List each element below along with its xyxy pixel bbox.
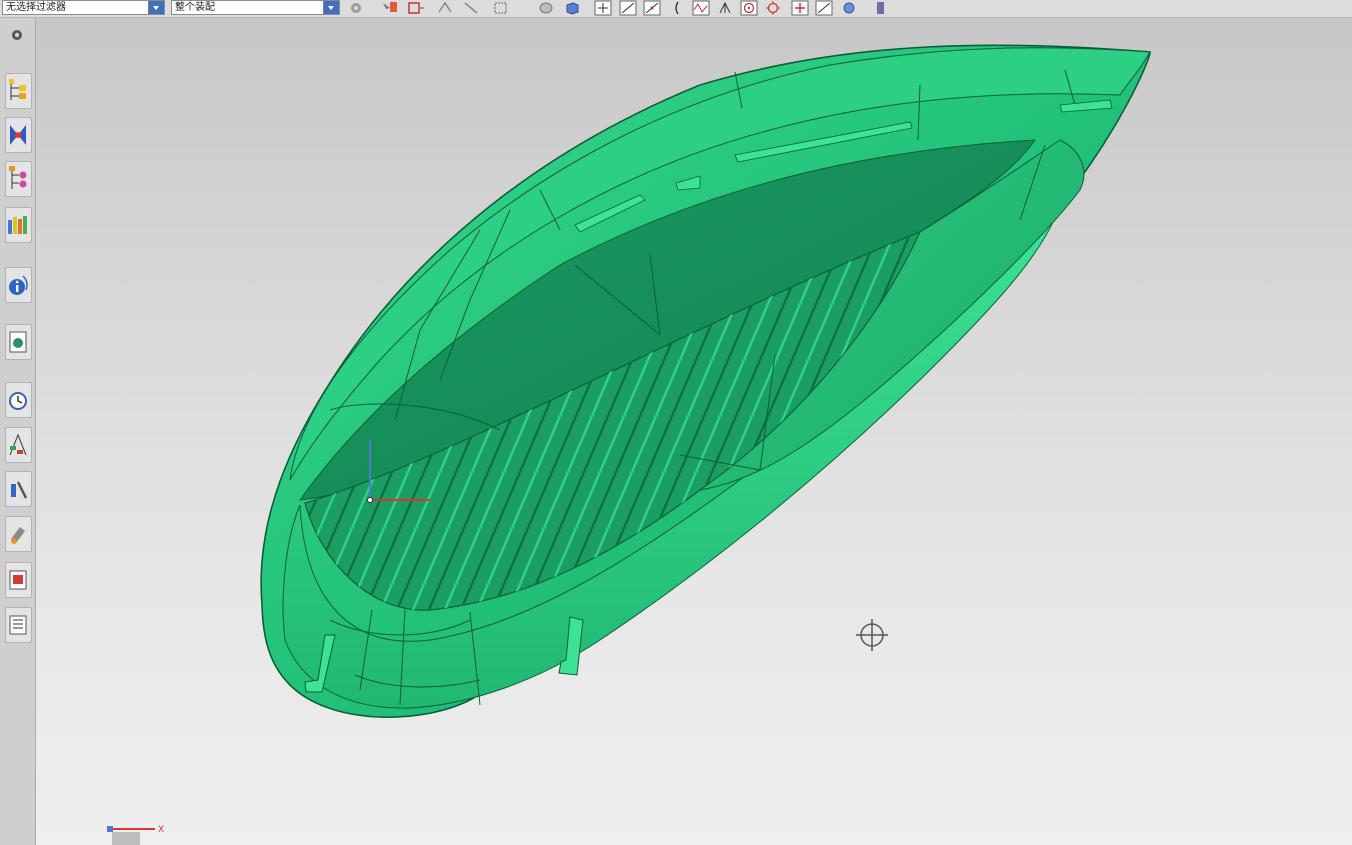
top-toolbar: 无选择过滤器 整个装配 bbox=[0, 0, 1352, 18]
undo-icon[interactable] bbox=[406, 0, 424, 16]
crosshair-cursor-icon bbox=[856, 619, 888, 651]
rectangle-select-icon[interactable] bbox=[492, 0, 510, 16]
cube-icon[interactable] bbox=[563, 0, 581, 16]
constraint-navigator-icon[interactable] bbox=[5, 117, 32, 153]
snap-intersection-icon[interactable] bbox=[716, 0, 734, 16]
3d-model-canvas[interactable]: X bbox=[36, 18, 1352, 845]
reuse-library-icon[interactable] bbox=[5, 207, 32, 243]
rectangle-select-icon[interactable] bbox=[462, 0, 480, 16]
palette-icon[interactable] bbox=[5, 562, 32, 598]
settings-icon[interactable] bbox=[9, 27, 25, 43]
web-browser-icon[interactable] bbox=[5, 324, 32, 360]
snap-line-icon[interactable] bbox=[619, 0, 637, 16]
snap-point-icon[interactable] bbox=[791, 0, 809, 16]
chevron-down-icon[interactable] bbox=[323, 1, 339, 14]
snap-quadrant-icon[interactable] bbox=[764, 0, 782, 16]
roles-icon[interactable] bbox=[5, 471, 32, 507]
snap-icon[interactable] bbox=[347, 0, 365, 16]
snap-endpoint-icon[interactable] bbox=[594, 0, 612, 16]
info-icon[interactable] bbox=[5, 267, 32, 303]
sphere-icon[interactable] bbox=[537, 0, 555, 16]
layers-icon[interactable] bbox=[5, 607, 32, 643]
snap-center-icon[interactable] bbox=[740, 0, 758, 16]
x-axis-label: X bbox=[158, 825, 164, 835]
rectangle-select-icon[interactable] bbox=[436, 0, 454, 16]
part-navigator-icon[interactable] bbox=[5, 161, 32, 197]
snap-tangent-icon[interactable] bbox=[815, 0, 833, 16]
scope-filter-dropdown[interactable]: 整个装配 bbox=[171, 0, 340, 15]
snap-face-icon[interactable] bbox=[840, 0, 858, 16]
snap-midpoint-icon[interactable] bbox=[643, 0, 661, 16]
chevron-down-icon[interactable] bbox=[148, 1, 164, 14]
scope-filter-value: 整个装配 bbox=[175, 2, 215, 13]
select-icon[interactable] bbox=[380, 0, 398, 16]
process-navigator-icon[interactable] bbox=[5, 427, 32, 463]
type-filter-dropdown[interactable]: 无选择过滤器 bbox=[2, 0, 165, 15]
graphics-window[interactable]: X bbox=[36, 18, 1352, 845]
book-icon[interactable] bbox=[872, 0, 890, 16]
snap-curve-icon[interactable] bbox=[692, 0, 710, 16]
view-triad: X bbox=[107, 825, 164, 845]
history-icon[interactable] bbox=[5, 382, 32, 418]
snap-arc-icon[interactable] bbox=[672, 0, 690, 16]
type-filter-value: 无选择过滤器 bbox=[6, 2, 66, 13]
resource-bar bbox=[0, 18, 36, 845]
system-materials-icon[interactable] bbox=[5, 516, 32, 552]
assembly-navigator-icon[interactable] bbox=[5, 73, 32, 109]
